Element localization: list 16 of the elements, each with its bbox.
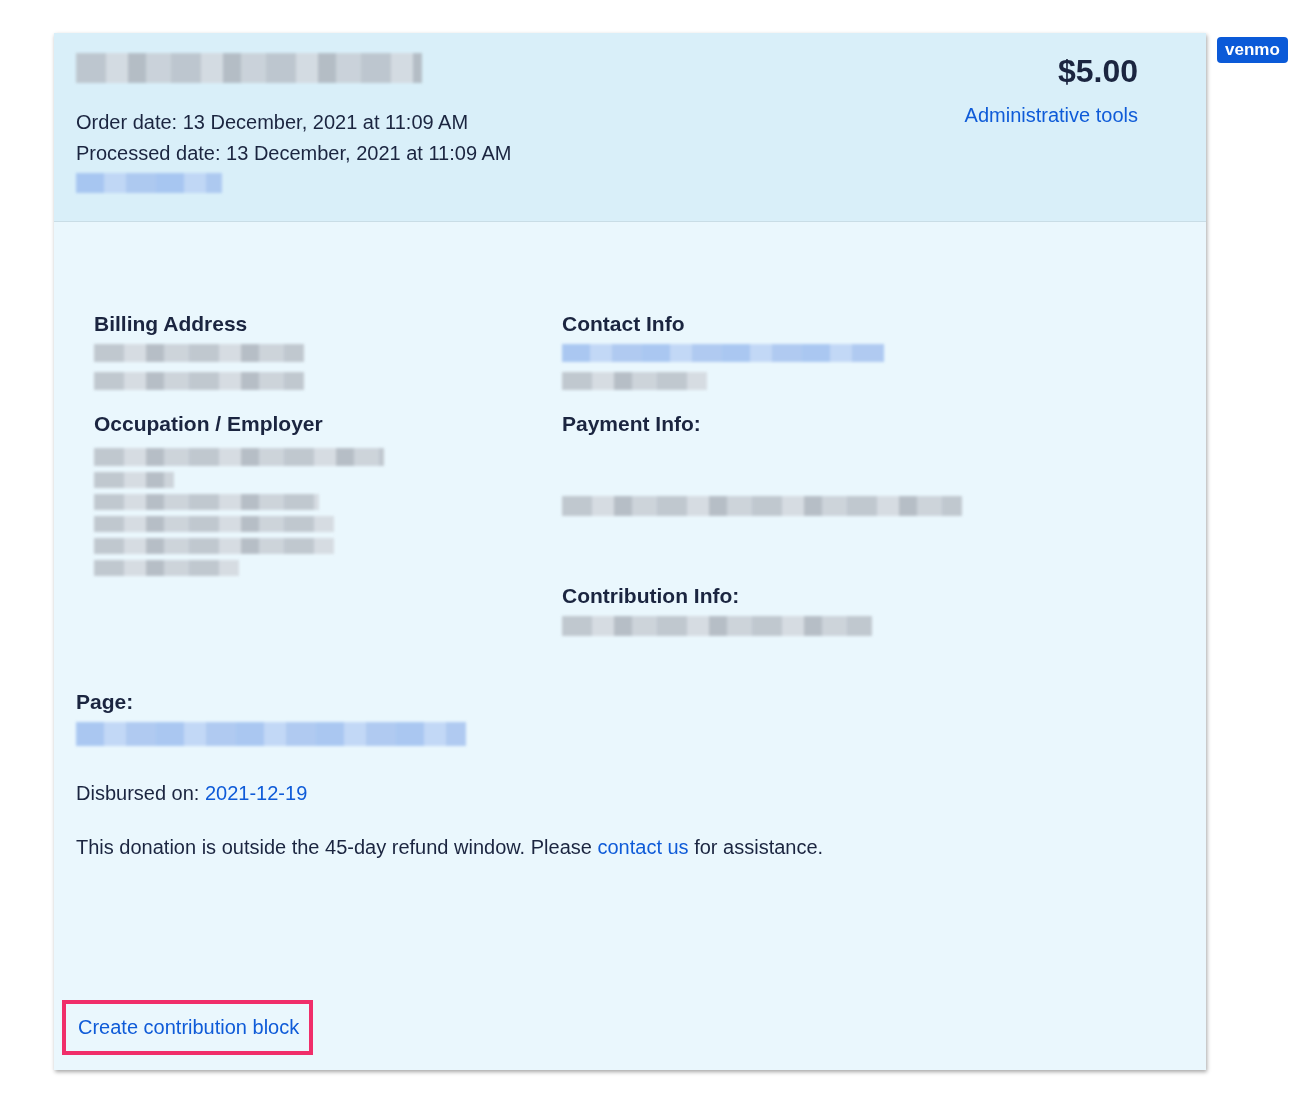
processed-date: Processed date: 13 December, 2021 at 11:09 AM bbox=[76, 141, 512, 166]
contact-link[interactable]: contact us bbox=[597, 836, 689, 858]
order-amount: $5.00 bbox=[1057, 53, 1138, 90]
section-heading: Billing Address bbox=[94, 311, 249, 337]
refund-notice: This donation is outside the 45-day refund window. Please contact us for assistance. bbox=[76, 836, 825, 859]
section-heading: Occupation / Employer bbox=[94, 411, 324, 437]
section-heading: Contact Info bbox=[562, 311, 686, 337]
disbursed-date-link[interactable]: 2021-12-19 bbox=[204, 782, 308, 804]
section-heading: Payment Info: bbox=[562, 411, 702, 437]
brand-badge: venmo bbox=[1217, 37, 1288, 63]
create-contribution-link[interactable]: Create contribution block bbox=[62, 1000, 314, 1055]
order-date: Order date: 13 December, 2021 at 11:09 AM bbox=[76, 110, 470, 135]
section-heading: Contribution Info: bbox=[562, 583, 741, 609]
disbursed-label: Disbursed on: bbox=[76, 782, 200, 804]
section-heading: Page: bbox=[76, 689, 135, 715]
admin-tools-link[interactable]: Administrative tools bbox=[964, 104, 1138, 127]
